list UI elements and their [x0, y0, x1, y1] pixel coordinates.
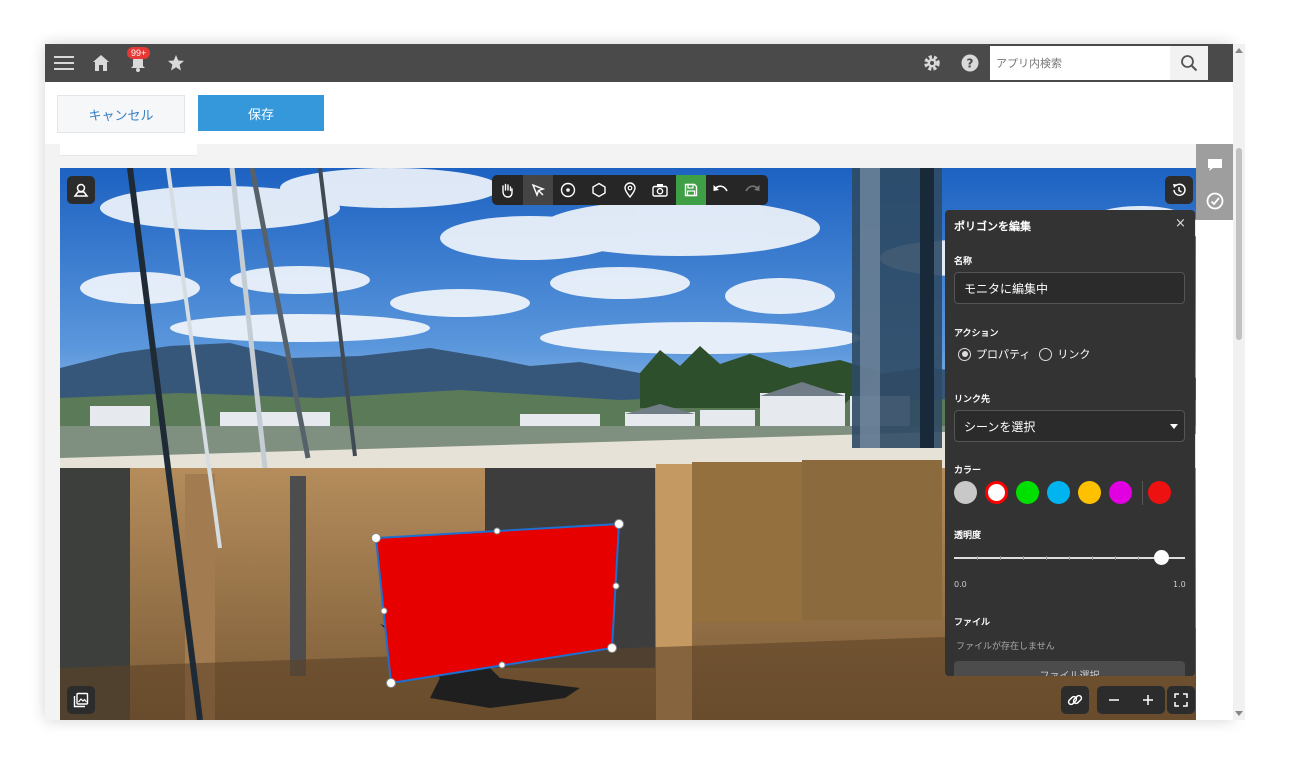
check-circle-icon[interactable]: [1205, 191, 1225, 211]
search-button[interactable]: [1170, 46, 1208, 80]
polygon-edit-panel: ポリゴンを編集 × 名称 モニタに編集中 アクション プロパティ リンク リンク…: [945, 210, 1195, 676]
scene-select[interactable]: シーンを選択: [954, 410, 1185, 442]
redo-icon: [745, 185, 760, 192]
edit-toolbar: [492, 175, 768, 205]
help-icon[interactable]: ?: [957, 50, 983, 76]
svg-text:?: ?: [967, 57, 974, 71]
circle-target-icon: [561, 182, 576, 198]
camera-icon: [652, 184, 668, 197]
color-swatch-gray[interactable]: [954, 481, 977, 504]
gallery-button[interactable]: [67, 686, 95, 714]
minus-icon: [1109, 699, 1119, 701]
chevron-down-icon: [1170, 424, 1178, 429]
file-select-button[interactable]: ファイル選択: [954, 661, 1185, 676]
panorama-viewer[interactable]: ポリゴンを編集 × 名称 モニタに編集中 アクション プロパティ リンク リンク…: [60, 168, 1200, 720]
polygon-tool[interactable]: [584, 175, 615, 205]
gear-icon[interactable]: [919, 50, 945, 76]
color-swatches: [954, 481, 1189, 505]
undo-icon: [713, 185, 729, 192]
name-input[interactable]: モニタに編集中: [954, 272, 1185, 304]
save-tool[interactable]: [675, 175, 707, 205]
link-button[interactable]: [1061, 686, 1089, 714]
current-color-swatch[interactable]: [1148, 481, 1171, 504]
opacity-label: 透明度: [954, 531, 982, 541]
action-bar: キャンセル 保存: [45, 82, 1233, 144]
cancel-button[interactable]: キャンセル: [57, 95, 185, 133]
opacity-min-label: 0.0: [954, 580, 967, 589]
name-label: 名称: [954, 257, 973, 267]
save-icon: [684, 183, 698, 197]
color-label: カラー: [954, 466, 982, 476]
zoom-in-button[interactable]: [1131, 686, 1165, 714]
fullscreen-icon: [1174, 693, 1188, 707]
color-swatch-cyan[interactable]: [1047, 481, 1070, 504]
color-swatch-yellow[interactable]: [1078, 481, 1101, 504]
panel-close-button[interactable]: ×: [1175, 216, 1186, 231]
search-icon: [1181, 55, 1198, 72]
map-pin-button[interactable]: [67, 176, 95, 204]
image-icon: [73, 692, 89, 708]
slider-thumb[interactable]: [1154, 550, 1170, 565]
side-tab: [1196, 144, 1233, 220]
radio-property-label: プロパティ: [976, 348, 1031, 361]
action-radio-group: プロパティ リンク: [958, 346, 1090, 362]
scene-select-value: シーンを選択: [964, 419, 1036, 434]
history-icon: [1173, 183, 1186, 196]
pointer-icon: [531, 183, 545, 197]
no-file-text: ファイルが存在しません: [956, 642, 1055, 652]
plus-icon: [1143, 695, 1153, 705]
hexagon-icon: [592, 182, 606, 198]
color-swatch-magenta[interactable]: [1109, 481, 1132, 504]
link-icon: [1067, 694, 1083, 706]
opacity-max-label: 1.0: [1173, 580, 1186, 589]
radio-link-label: リンク: [1057, 348, 1091, 361]
scrollbar-thumb[interactable]: [1236, 148, 1242, 340]
hamburger-menu-icon[interactable]: [51, 50, 77, 76]
color-swatch-green[interactable]: [1016, 481, 1039, 504]
file-label: ファイル: [954, 618, 991, 628]
redo-tool[interactable]: [737, 175, 768, 205]
swatch-divider: [1142, 481, 1143, 505]
location-pin-icon: [623, 182, 636, 198]
app-window: 99+ ? キャンセル 保存: [45, 44, 1233, 720]
search-input[interactable]: [990, 46, 1172, 80]
opacity-slider[interactable]: [954, 550, 1185, 565]
radio-link[interactable]: [1039, 347, 1053, 361]
undo-tool[interactable]: [706, 175, 737, 205]
location-tool[interactable]: [614, 175, 645, 205]
hand-icon: [502, 183, 513, 198]
panel-title: ポリゴンを編集: [954, 220, 1031, 233]
star-icon[interactable]: [163, 50, 189, 76]
vertical-scrollbar[interactable]: [1233, 44, 1245, 720]
hand-tool[interactable]: [492, 175, 523, 205]
map-person-icon: [73, 183, 89, 197]
history-button[interactable]: [1165, 176, 1193, 204]
action-label: アクション: [954, 329, 999, 339]
fullscreen-button[interactable]: [1167, 686, 1195, 714]
search-box: [990, 46, 1172, 80]
color-swatch-red[interactable]: [985, 481, 1008, 504]
camera-tool[interactable]: [645, 175, 676, 205]
top-navigation-bar: 99+ ?: [45, 44, 1233, 82]
point-tool[interactable]: [553, 175, 584, 205]
home-icon[interactable]: [88, 50, 114, 76]
radio-property[interactable]: [958, 347, 971, 361]
scroll-up-icon[interactable]: [1235, 48, 1243, 53]
zoom-out-button[interactable]: [1097, 686, 1131, 714]
scroll-down-icon[interactable]: [1235, 711, 1243, 716]
content-tab: [60, 144, 197, 156]
link-target-label: リンク先: [954, 395, 991, 405]
comment-icon[interactable]: [1205, 155, 1225, 175]
zoom-controls: [1097, 686, 1165, 714]
notification-badge: 99+: [127, 47, 151, 59]
pointer-tool[interactable]: [522, 175, 554, 205]
right-rail: [1196, 144, 1233, 720]
save-button[interactable]: 保存: [198, 95, 324, 131]
